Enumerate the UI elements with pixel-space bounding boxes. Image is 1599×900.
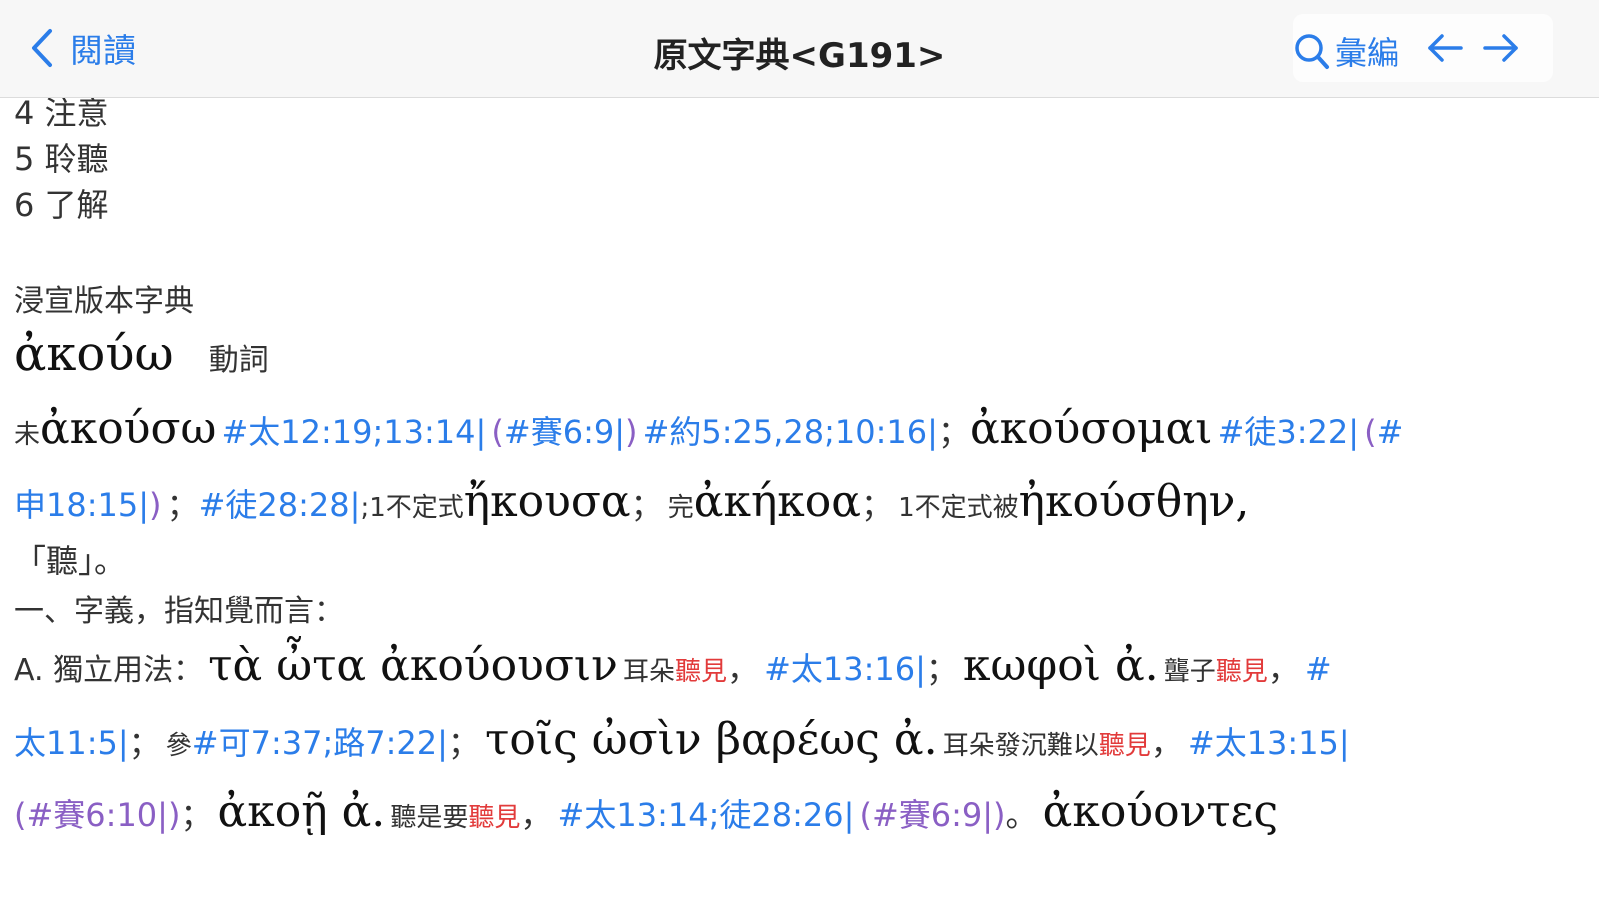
usage-line-1: A. 獨立用法： τὰ ὦτα ἀκούουσιν 耳朵聽見， #太13:16|… [14,640,1332,691]
example-gloss: 聾子 [1163,657,1216,687]
section-title: 浸宣版本字典 [14,284,194,319]
forms-line-1: 未ἀκούσω #太12:19;13:14| (#賽6:9|) #約5:25,2… [14,403,1403,454]
verse-link-parenthetical[interactable]: (#賽6:10|) [14,796,180,834]
usage-label: A. 獨立用法： [14,653,204,688]
gloss-word: 聽 [46,542,79,580]
separator: ； [630,486,663,524]
separator: ， [1267,650,1300,688]
search-icon [1295,34,1329,69]
separator: ； [166,486,199,524]
example-gloss-highlight: 聽見 [674,657,727,687]
perfect-label: 完 [667,493,694,523]
lookup-label: 彙編 [1335,34,1400,72]
aorist-passive-label: 1不定式被 [898,493,1019,523]
next-button[interactable] [1481,28,1521,68]
example-greek: τοῖς ὠσὶν βαρέως ἀ. [485,714,938,765]
future-form: ἀκούσω [40,403,217,454]
verse-link[interactable]: #賽6:9| [504,413,625,451]
verse-link[interactable]: #太13:16| [764,650,926,688]
example-gloss: 耳朵 [622,657,675,687]
headword: ἀκούω [14,326,174,382]
sense-title: 一、字義，指知覺而言： [14,594,344,629]
example-gloss-highlight: 聽見 [468,803,521,833]
verse-link[interactable]: #太13:15| [1188,724,1350,762]
arrow-left-icon [1428,34,1463,62]
verse-link[interactable]: #徒3:22| [1218,413,1359,451]
verse-link[interactable]: #可7:37;路7:22| [192,724,448,762]
future-label: 未 [14,420,41,450]
toolbar: 彙編 [1293,14,1553,82]
verse-link[interactable]: #太13:14;徒28:26| [558,796,855,834]
usage-line-2: 太11:5|； 參#可7:37;路7:22|； τοῖς ὠσὶν βαρέως… [14,714,1350,765]
verse-link[interactable]: 太11:5| [14,724,129,762]
verse-link[interactable]: #太12:19;13:14| [221,413,486,451]
previous-button[interactable] [1425,28,1465,68]
example-gloss-highlight: 聽見 [1215,657,1268,687]
paren-open: ( [491,413,504,451]
entry-heading: ἀκούω 動詞 [14,326,269,382]
perfect-form: ἀκήκοα [693,476,862,527]
example-greek: τὰ ὦτα ἀκούουσιν [208,640,618,691]
navigation-bar: 閱讀 原文字典<G191> 彙編 [0,0,1599,98]
verse-link[interactable]: #徒28:28| [199,486,361,524]
example-gloss: 聽是要 [390,803,469,833]
example-gloss-highlight: 聽見 [1098,731,1151,761]
arrow-right-icon [1483,34,1518,62]
separator: ， [1150,724,1183,762]
part-of-speech: 動詞 [208,343,269,378]
verse-link[interactable]: 申18:15| [14,486,149,524]
separator: ； [128,724,161,762]
usage-line-3: (#賽6:10|)； ἀκοῇ ἀ. 聽是要聽見， #太13:14;徒28:26… [14,786,1278,837]
separator: ； [925,650,958,688]
future-middle-form: ἀκούσομαι [969,403,1213,454]
separator: ； [180,796,213,834]
forms-line-2: 申18:15|) ；#徒28:28|;1不定式ἤκουσα； 完ἀκήκοα； … [14,476,1249,527]
quote-close: 」。 [78,542,127,580]
verse-link[interactable]: #約5:25,28;10:16| [643,413,938,451]
paren-open: ( [1364,413,1377,451]
verse-link[interactable]: # [1377,413,1404,451]
separator: ； [861,486,894,524]
paren-close: ) [625,413,638,451]
separator: 。 [1005,796,1038,834]
meaning-item: 5 聆聽 [14,140,109,178]
separator: ， [520,796,553,834]
example-greek: ἀκούοντες [1042,786,1279,837]
paren-close: ) [149,486,162,524]
example-greek: κωφοὶ ἀ. [963,640,1159,691]
separator: ； [937,413,970,451]
gloss-line: 「聽」。 [14,536,126,582]
aorist-label: ;1不定式 [360,493,464,523]
aorist-form: ἤκουσα [463,476,631,527]
see-also-label: 參 [165,731,192,761]
separator: ； [447,724,480,762]
verse-link-parenthetical[interactable]: (#賽6:9|) [859,796,1005,834]
example-greek: ἀκοῇ ἀ. [217,786,386,837]
lookup-button[interactable]: 彙編 [1293,28,1399,74]
aorist-passive-form: ἠκούσθην, [1018,476,1250,527]
example-gloss: 耳朵發沉難以 [942,731,1099,761]
separator: ， [726,650,759,688]
verse-link[interactable]: # [1305,650,1332,688]
meaning-item: 6 了解 [14,186,109,224]
quote-open: 「 [14,542,47,580]
